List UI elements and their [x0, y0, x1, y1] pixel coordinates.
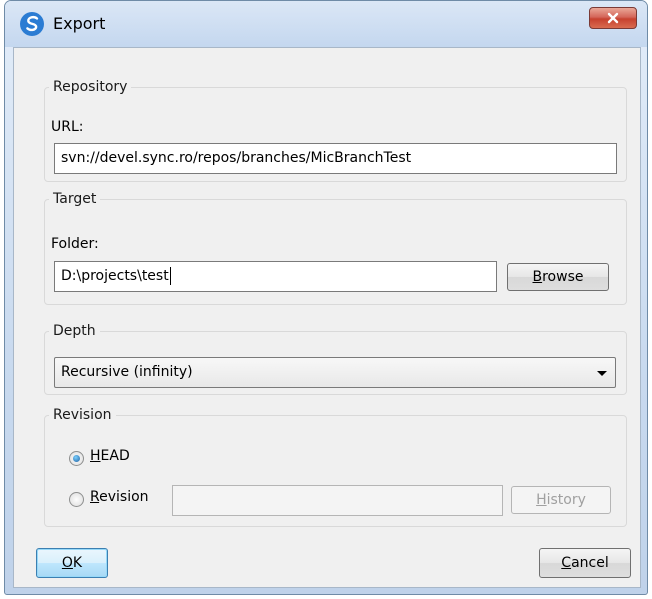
ok-button[interactable]: OK: [36, 548, 108, 578]
revision-mnemonic: R: [90, 489, 100, 505]
head-radio-label[interactable]: HEAD: [90, 448, 130, 464]
export-dialog: Export Repository URL: svn://devel.sync.…: [4, 0, 648, 595]
url-value: svn://devel.sync.ro/repos/branches/MicBr…: [61, 150, 412, 166]
chevron-down-icon: [597, 371, 607, 376]
history-mnemonic: H: [536, 492, 547, 508]
folder-field[interactable]: D:\projects\test: [54, 261, 497, 292]
dialog-body: Repository URL: svn://devel.sync.ro/repo…: [13, 47, 641, 588]
app-logo-icon: [20, 12, 44, 36]
title-bar[interactable]: Export: [5, 1, 647, 47]
cancel-label: ancel: [571, 555, 609, 571]
close-icon: [607, 12, 619, 24]
cancel-mnemonic: C: [561, 555, 572, 571]
folder-value: D:\projects\test: [61, 268, 169, 284]
target-legend: Target: [53, 191, 97, 207]
revision-label: evision: [99, 489, 149, 505]
depth-selected-value: Recursive (infinity): [61, 364, 193, 380]
revision-number-field[interactable]: [172, 485, 503, 516]
depth-select[interactable]: Recursive (infinity): [54, 357, 616, 388]
ok-mnemonic: O: [61, 555, 73, 571]
browse-label: rowse: [542, 269, 584, 285]
revision-radio-label[interactable]: Revision: [90, 489, 149, 505]
head-label: EAD: [100, 448, 130, 464]
cancel-button[interactable]: Cancel: [539, 548, 631, 578]
close-button[interactable]: [589, 7, 637, 29]
history-button[interactable]: History: [511, 486, 611, 514]
head-mnemonic: H: [90, 448, 101, 464]
ok-label: K: [72, 555, 83, 571]
window-title: Export: [53, 14, 106, 33]
revision-radio[interactable]: [69, 492, 84, 507]
history-label: istory: [546, 492, 586, 508]
radio-selected-icon: [73, 455, 80, 462]
url-field[interactable]: svn://devel.sync.ro/repos/branches/MicBr…: [54, 143, 617, 174]
folder-label: Folder:: [51, 236, 99, 252]
browse-mnemonic: B: [532, 269, 543, 285]
head-radio[interactable]: [69, 451, 84, 466]
text-caret: [169, 267, 171, 285]
depth-legend: Depth: [53, 323, 96, 339]
url-label: URL:: [51, 119, 84, 135]
browse-button[interactable]: Browse: [507, 263, 609, 291]
repository-legend: Repository: [53, 79, 128, 95]
revision-legend: Revision: [53, 407, 112, 423]
